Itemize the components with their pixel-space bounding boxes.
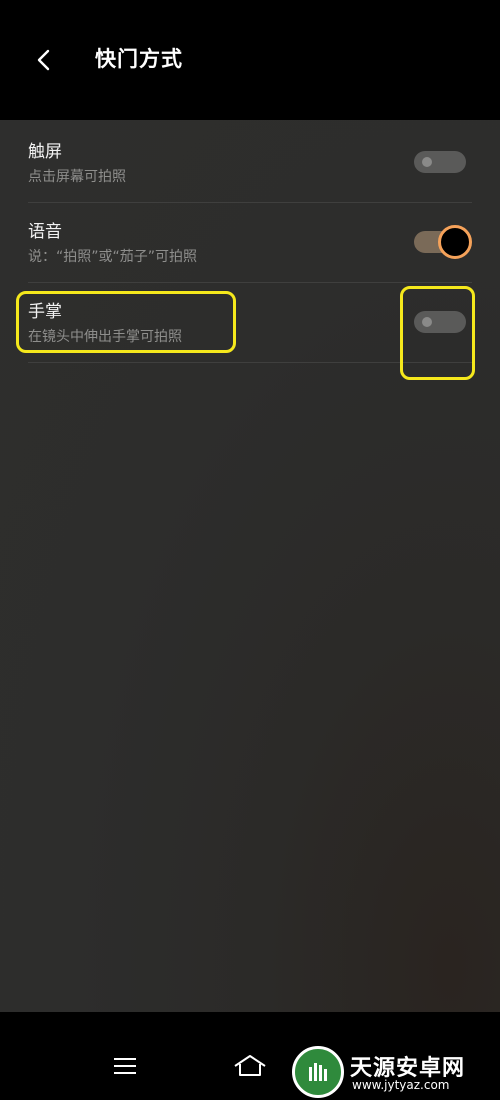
home-button[interactable] [230, 1046, 270, 1086]
settings-content: 触屏 点击屏幕可拍照 语音 说：“拍照”或“茄子”可拍照 手掌 在镜头中伸出手掌… [0, 120, 500, 1012]
watermark-logo-icon [292, 1046, 344, 1098]
site-watermark: 天源安卓网 www.jytyaz.com [292, 1040, 492, 1098]
toggle-knob [422, 157, 432, 167]
setting-title: 语音 [28, 222, 62, 242]
top-bar: 快门方式 [0, 0, 500, 120]
page-title: 快门方式 [95, 47, 183, 71]
back-button[interactable] [22, 38, 66, 82]
chevron-left-icon [37, 49, 50, 71]
menu-button[interactable] [105, 1046, 145, 1086]
setting-description: 说：“拍照”或“茄子”可拍照 [28, 249, 198, 265]
voice-toggle[interactable] [414, 225, 472, 259]
touch-toggle[interactable] [414, 151, 466, 173]
setting-row-touch[interactable]: 触屏 点击屏幕可拍照 [28, 122, 472, 203]
setting-row-voice[interactable]: 语音 说：“拍照”或“茄子”可拍照 [28, 202, 472, 283]
highlight-box-palm-toggle [400, 286, 475, 380]
watermark-url: www.jytyaz.com [352, 1078, 450, 1092]
highlight-box-palm-label [16, 291, 236, 353]
menu-icon [114, 1058, 136, 1074]
setting-description: 点击屏幕可拍照 [28, 169, 126, 185]
setting-title: 触屏 [28, 142, 62, 162]
toggle-knob [438, 225, 472, 259]
home-icon [234, 1055, 266, 1076]
